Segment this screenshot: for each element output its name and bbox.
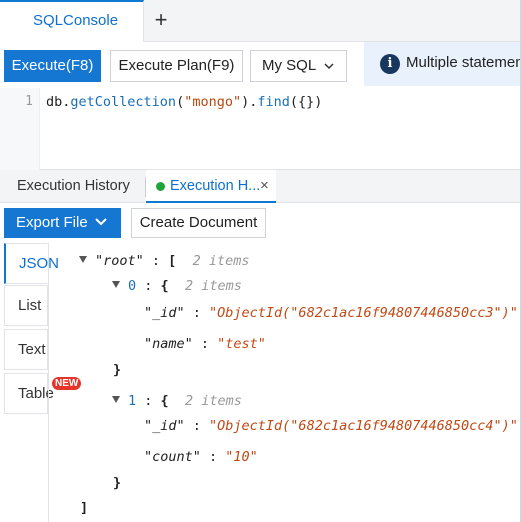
tab-execution-result[interactable]: Execution H... ×: [146, 170, 276, 203]
code-prefix: db.: [46, 94, 71, 110]
code-function-getcollection: getCollection: [70, 94, 177, 110]
chevron-down-icon: [324, 63, 334, 70]
tree-count: 2 items: [184, 278, 242, 294]
view-tab-list[interactable]: List: [4, 285, 48, 326]
tree-key: "_id": [144, 305, 185, 321]
tree-row-item1[interactable]: 1 : { 2 items: [112, 393, 242, 409]
export-file-label: Export File: [16, 214, 88, 231]
code-string: "mongo": [184, 94, 242, 110]
code-line[interactable]: db.getCollection("mongo").find({}): [46, 94, 322, 110]
code-paren-open: (: [176, 94, 185, 110]
console-tab-bar: SQLConsole +: [0, 0, 521, 42]
tree-value: "ObjectId("682c1ac16f94807446850cc3")": [209, 305, 518, 321]
view-tab-text[interactable]: Text: [4, 329, 48, 370]
tree-colon: :: [143, 253, 169, 269]
database-mode-select[interactable]: My SQL: [250, 50, 347, 82]
tree-row-item1-count[interactable]: "count" : "10": [144, 449, 258, 465]
tree-index: 0: [128, 278, 137, 294]
tree-bracket: ]: [80, 500, 89, 516]
tree-brace: {: [160, 393, 169, 409]
execute-button[interactable]: Execute(F8): [4, 50, 101, 82]
code-function-find: find: [257, 94, 290, 110]
chevron-down-icon: [95, 218, 107, 226]
notice-text: Multiple statemen: [406, 54, 521, 71]
tree-index: 1: [128, 393, 137, 409]
tree-value: "10": [225, 449, 258, 465]
tab-execution-history[interactable]: Execution History: [17, 178, 130, 194]
tree-colon: :: [136, 278, 161, 294]
tree-key: "count": [144, 449, 201, 465]
tree-colon: :: [136, 393, 161, 409]
expand-triangle-icon[interactable]: [79, 256, 87, 263]
tree-row-root-close: ]: [80, 500, 88, 516]
tree-colon: :: [184, 418, 210, 434]
tree-row-item0-close: }: [113, 362, 121, 378]
plus-icon[interactable]: +: [148, 6, 174, 34]
tree-brace: }: [113, 475, 122, 491]
tree-value: "test": [217, 336, 266, 352]
line-gutter: 1: [0, 88, 40, 170]
code-paren-close: ).: [241, 94, 258, 110]
tab-sqlconsole[interactable]: SQLConsole: [0, 0, 144, 42]
tree-row-root[interactable]: "root" : [ 2 items: [79, 253, 249, 269]
tab-execution-result-label: Execution H...: [170, 178, 261, 194]
multiple-statements-notice: i Multiple statemen: [364, 42, 521, 86]
tree-count: 2 items: [184, 393, 242, 409]
tree-row-item1-id[interactable]: "_id" : "ObjectId("682c1ac16f94807446850…: [144, 418, 518, 434]
expand-triangle-icon[interactable]: [112, 281, 120, 288]
tree-key: "root": [95, 253, 144, 269]
tree-colon: :: [192, 336, 218, 352]
execute-plan-button[interactable]: Execute Plan(F9): [110, 50, 243, 82]
result-tab-bar: Execution History Execution H... ×: [0, 170, 521, 203]
tree-bracket: [: [168, 253, 177, 269]
sql-toolbar: Execute(F8) Execute Plan(F9) My SQL i Mu…: [0, 42, 521, 88]
status-dot-icon: [156, 182, 165, 191]
export-file-button[interactable]: Export File: [4, 208, 121, 238]
info-icon: i: [380, 54, 400, 74]
json-tree: "root" : [ 2 items 0 : { 2 items "_id" :…: [49, 243, 521, 522]
database-mode-value: My SQL: [262, 57, 317, 74]
tree-row-item0-name[interactable]: "name" : "test": [144, 336, 266, 352]
tab-sqlconsole-label: SQLConsole: [33, 12, 119, 29]
tree-brace: {: [160, 278, 169, 294]
create-document-button[interactable]: Create Document: [131, 208, 266, 238]
tree-value: "ObjectId("682c1ac16f94807446850cc4")": [209, 418, 518, 434]
tree-key: "_id": [144, 418, 185, 434]
code-tail: ({}): [289, 94, 323, 110]
view-tab-json[interactable]: JSON: [4, 243, 59, 284]
expand-triangle-icon[interactable]: [112, 396, 120, 403]
sql-editor[interactable]: 1 db.getCollection("mongo").find({}): [0, 88, 521, 170]
tree-brace: }: [113, 362, 122, 378]
view-mode-tabs: JSON List Text Table: [0, 243, 59, 522]
tree-count: 2 items: [192, 253, 250, 269]
tree-key: "name": [144, 336, 193, 352]
view-tab-table[interactable]: Table: [4, 373, 54, 414]
tree-row-item1-close: }: [113, 475, 121, 491]
tree-colon: :: [184, 305, 210, 321]
tree-colon: :: [200, 449, 226, 465]
tree-row-item0-id[interactable]: "_id" : "ObjectId("682c1ac16f94807446850…: [144, 305, 518, 321]
result-toolbar: Export File Create Document: [0, 203, 521, 243]
close-icon[interactable]: ×: [260, 177, 269, 194]
tree-row-item0[interactable]: 0 : { 2 items: [112, 278, 242, 294]
line-number: 1: [25, 94, 33, 109]
